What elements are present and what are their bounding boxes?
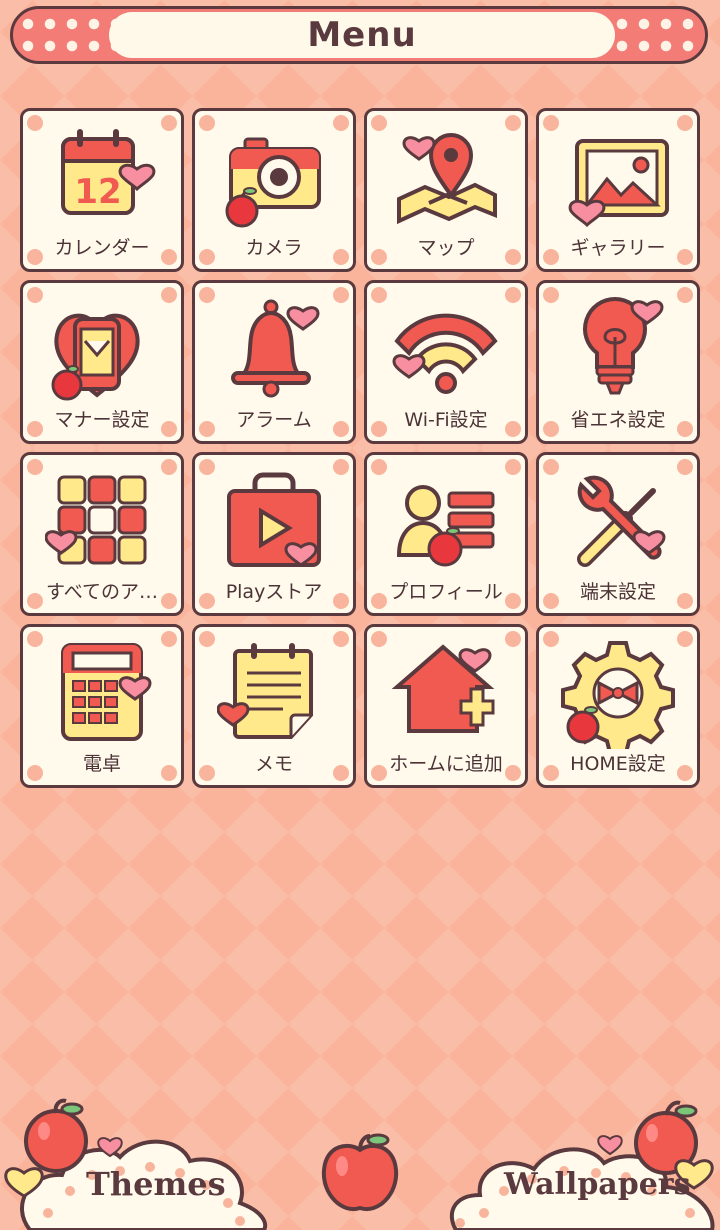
- tile-label: 省エネ設定: [570, 409, 666, 431]
- tile-gallery[interactable]: ギャラリー: [536, 108, 700, 272]
- menu-header: Menu: [10, 6, 708, 64]
- tile-alarm[interactable]: アラーム: [192, 280, 356, 444]
- tile-label: すべてのア…: [46, 581, 158, 603]
- wallpapers-button[interactable]: Wallpapers: [440, 1095, 720, 1230]
- tile-label: カメラ: [245, 237, 303, 259]
- lightbulb-icon: [561, 291, 675, 405]
- bell-icon: [217, 291, 331, 405]
- tile-label: カレンダー: [54, 237, 150, 259]
- tile-profile[interactable]: プロフィール: [364, 452, 528, 616]
- tile-all-apps[interactable]: すべてのア…: [20, 452, 184, 616]
- tile-label: Playストア: [225, 581, 323, 603]
- map-icon: [389, 119, 503, 233]
- tile-map[interactable]: マップ: [364, 108, 528, 272]
- menu-title-pill: Menu: [109, 12, 615, 58]
- tile-calculator[interactable]: 電卓: [20, 624, 184, 788]
- tile-label: HOME設定: [570, 753, 666, 775]
- page-title: Menu: [307, 15, 417, 55]
- tile-label: 電卓: [82, 753, 121, 775]
- tile-label: アラーム: [236, 409, 312, 431]
- app-grid: 12 カレンダー カメラ マップ ギャラリー マナー設定 アラーム Wi-Fi設…: [20, 108, 700, 788]
- calendar-icon: 12: [45, 119, 159, 233]
- tile-label: プロフィール: [389, 581, 503, 603]
- calculator-icon: [45, 635, 159, 749]
- themes-label: Themes: [86, 1165, 226, 1203]
- tile-label: マップ: [417, 237, 475, 259]
- wifi-icon: [389, 291, 503, 405]
- tile-play-store[interactable]: Playストア: [192, 452, 356, 616]
- tile-label: メモ: [254, 753, 293, 775]
- tile-label: 端末設定: [579, 581, 656, 603]
- tile-label: ホームに追加: [389, 753, 503, 775]
- add-home-icon: [389, 635, 503, 749]
- tile-add-to-home[interactable]: ホームに追加: [364, 624, 528, 788]
- tile-energy-saving[interactable]: 省エネ設定: [536, 280, 700, 444]
- tile-memo[interactable]: メモ: [192, 624, 356, 788]
- tile-calendar[interactable]: 12 カレンダー: [20, 108, 184, 272]
- play-store-icon: [217, 463, 331, 577]
- tile-home-settings[interactable]: HOME設定: [536, 624, 700, 788]
- camera-icon: [217, 119, 331, 233]
- themes-button[interactable]: Themes: [0, 1095, 290, 1230]
- manner-mode-icon: [45, 291, 159, 405]
- home-settings-icon: [561, 635, 675, 749]
- tile-device-settings[interactable]: 端末設定: [536, 452, 700, 616]
- tools-icon: [561, 463, 675, 577]
- tile-manner-mode[interactable]: マナー設定: [20, 280, 184, 444]
- wallpapers-label: Wallpapers: [504, 1167, 691, 1202]
- tile-label: Wi-Fi設定: [404, 409, 488, 431]
- apple-icon: [318, 1130, 402, 1214]
- tile-wifi[interactable]: Wi-Fi設定: [364, 280, 528, 444]
- memo-icon: [217, 635, 331, 749]
- tile-camera[interactable]: カメラ: [192, 108, 356, 272]
- all-apps-icon: [45, 463, 159, 577]
- calendar-day: 12: [74, 172, 121, 212]
- profile-icon: [389, 463, 503, 577]
- gallery-icon: [561, 119, 675, 233]
- tile-label: ギャラリー: [570, 237, 666, 259]
- tile-label: マナー設定: [54, 409, 150, 431]
